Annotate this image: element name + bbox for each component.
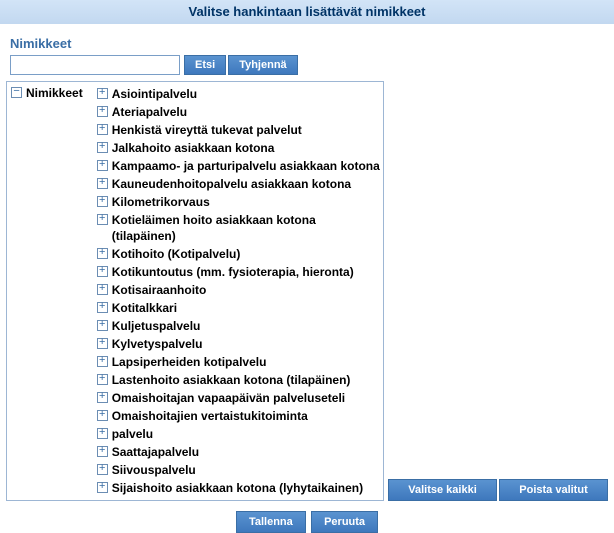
tree-item-label[interactable]: Kotieläimen hoito asiakkaan kotona (tila… bbox=[112, 212, 381, 244]
tree-item-label[interactable]: Omaishoitajien vertaistukitoiminta bbox=[112, 408, 308, 424]
tree-item[interactable]: + Saattajapalvelu bbox=[97, 443, 381, 461]
tree-item[interactable]: + Kampaamo- ja parturipalvelu asiakkaan k… bbox=[97, 157, 381, 175]
tree-item[interactable]: + Siivouspalvelu bbox=[97, 461, 381, 479]
expand-icon[interactable]: + bbox=[97, 142, 108, 153]
tree-item-label[interactable]: Sijaishoito asiakkaan kotona (lyhytaikai… bbox=[112, 480, 363, 496]
search-button[interactable]: Etsi bbox=[184, 55, 226, 75]
expand-icon[interactable]: + bbox=[97, 482, 108, 493]
tree-item[interactable]: + Kuljetuspalvelu bbox=[97, 317, 381, 335]
tree-item[interactable]: + Jalkahoito asiakkaan kotona bbox=[97, 139, 381, 157]
tree-item-label[interactable]: Ateriapalvelu bbox=[112, 104, 187, 120]
tree-item[interactable]: + Asiointipalvelu bbox=[97, 85, 381, 103]
tree-item[interactable]: + Henkistä vireyttä tukevat palvelut bbox=[97, 121, 381, 139]
expand-icon[interactable]: + bbox=[97, 88, 108, 99]
tree-item-label[interactable]: Kotikuntoutus (mm. fysioterapia, hieront… bbox=[112, 264, 354, 280]
tree-item-label[interactable]: Kotitalkkari bbox=[112, 300, 177, 316]
expand-icon[interactable]: + bbox=[97, 320, 108, 331]
tree-item-label[interactable]: Saattajapalvelu bbox=[112, 444, 199, 460]
tree-item-label[interactable]: Jalkahoito asiakkaan kotona bbox=[112, 140, 275, 156]
tree-item-label[interactable]: Kauneudenhoitopalvelu asiakkaan kotona bbox=[112, 176, 351, 192]
tree-item-label[interactable]: Asiointipalvelu bbox=[112, 86, 197, 102]
tree-item-label[interactable]: Kylvetyspalvelu bbox=[112, 336, 203, 352]
tree-item-label[interactable]: Siivouspalvelu bbox=[112, 462, 196, 478]
expand-icon[interactable]: + bbox=[97, 374, 108, 385]
expand-icon[interactable]: + bbox=[97, 428, 108, 439]
tree-pane[interactable]: −Nimikkeet + Asiointipalvelu + Ateriapalvelu… bbox=[6, 81, 384, 501]
expand-icon[interactable]: + bbox=[97, 178, 108, 189]
expand-icon[interactable]: + bbox=[97, 446, 108, 457]
tree-item[interactable]: + Lastenhoito asiakkaan kotona (tilapäine… bbox=[97, 371, 381, 389]
dialog-title: Valitse hankintaan lisättävät nimikkeet bbox=[0, 0, 614, 24]
tree-item-label[interactable]: Kilometrikorvaus bbox=[112, 194, 210, 210]
tree-item-label[interactable]: Lastenhoito asiakkaan kotona (tilapäinen… bbox=[112, 372, 351, 388]
tree-item-label[interactable]: Henkistä vireyttä tukevat palvelut bbox=[112, 122, 302, 138]
tree-item-label[interactable]: Sijaishoito omaishoitajan lakisääteisen … bbox=[112, 498, 381, 501]
cancel-button[interactable]: Peruuta bbox=[311, 511, 378, 533]
tree-item-label[interactable]: Kotihoito (Kotipalvelu) bbox=[112, 246, 241, 262]
expand-icon[interactable]: + bbox=[97, 284, 108, 295]
save-button[interactable]: Tallenna bbox=[236, 511, 306, 533]
tree-item[interactable]: + Sijaishoito asiakkaan kotona (lyhytaika… bbox=[97, 479, 381, 497]
tree-item-label[interactable]: palvelu bbox=[112, 426, 153, 442]
expand-icon[interactable]: + bbox=[97, 248, 108, 259]
tree-item-label[interactable]: Kotisairaanhoito bbox=[112, 282, 207, 298]
section-label: Nimikkeet bbox=[0, 24, 614, 55]
remove-selected-button[interactable]: Poista valitut bbox=[499, 479, 608, 501]
expand-icon[interactable]: + bbox=[97, 356, 108, 367]
expand-icon[interactable]: + bbox=[97, 392, 108, 403]
tree-root-label[interactable]: Nimikkeet bbox=[26, 85, 83, 101]
expand-icon[interactable]: + bbox=[97, 500, 108, 501]
tree-item[interactable]: + Kylvetyspalvelu bbox=[97, 335, 381, 353]
expand-icon[interactable]: + bbox=[97, 160, 108, 171]
tree-item[interactable]: + Kilometrikorvaus bbox=[97, 193, 381, 211]
expand-icon[interactable]: + bbox=[97, 338, 108, 349]
tree-item[interactable]: + Kotieläimen hoito asiakkaan kotona (til… bbox=[97, 211, 381, 245]
tree-item[interactable]: + palvelu bbox=[97, 425, 381, 443]
collapse-icon[interactable]: − bbox=[11, 87, 22, 98]
tree-item[interactable]: + Ateriapalvelu bbox=[97, 103, 381, 121]
expand-icon[interactable]: + bbox=[97, 410, 108, 421]
tree-item[interactable]: + Kotikuntoutus (mm. fysioterapia, hieron… bbox=[97, 263, 381, 281]
expand-icon[interactable]: + bbox=[97, 464, 108, 475]
tree-item[interactable]: + Lapsiperheiden kotipalvelu bbox=[97, 353, 381, 371]
tree-item[interactable]: + Kotihoito (Kotipalvelu) bbox=[97, 245, 381, 263]
tree-item[interactable]: + Omaishoitajien vertaistukitoiminta bbox=[97, 407, 381, 425]
select-all-button[interactable]: Valitse kaikki bbox=[388, 479, 497, 501]
search-input[interactable] bbox=[10, 55, 180, 75]
tree-item[interactable]: + Kotisairaanhoito bbox=[97, 281, 381, 299]
tree-item-label[interactable]: Kampaamo- ja parturipalvelu asiakkaan ko… bbox=[112, 158, 380, 174]
tree-item-label[interactable]: Lapsiperheiden kotipalvelu bbox=[112, 354, 267, 370]
expand-icon[interactable]: + bbox=[97, 196, 108, 207]
clear-button[interactable]: Tyhjennä bbox=[228, 55, 297, 75]
tree-item[interactable]: + Omaishoitajan vapaapäivän palveluseteli bbox=[97, 389, 381, 407]
expand-icon[interactable]: + bbox=[97, 214, 108, 225]
tree-item[interactable]: + Kauneudenhoitopalvelu asiakkaan kotona bbox=[97, 175, 381, 193]
expand-icon[interactable]: + bbox=[97, 302, 108, 313]
tree-item[interactable]: + Kotitalkkari bbox=[97, 299, 381, 317]
right-pane: Valitse kaikki Poista valitut bbox=[388, 81, 608, 501]
expand-icon[interactable]: + bbox=[97, 266, 108, 277]
expand-icon[interactable]: + bbox=[97, 124, 108, 135]
tree-item[interactable]: + Sijaishoito omaishoitajan lakisääteisen… bbox=[97, 497, 381, 501]
expand-icon[interactable]: + bbox=[97, 106, 108, 117]
tree-item-label[interactable]: Kuljetuspalvelu bbox=[112, 318, 201, 334]
tree-item-label[interactable]: Omaishoitajan vapaapäivän palveluseteli bbox=[112, 390, 345, 406]
